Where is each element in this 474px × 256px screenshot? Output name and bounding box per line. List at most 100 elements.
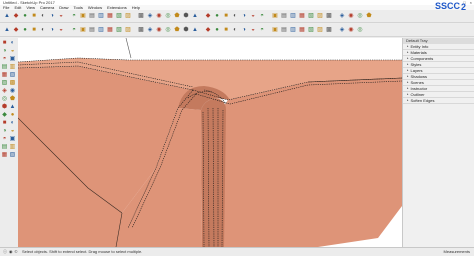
left-view-icon[interactable]: ◐ <box>231 12 239 20</box>
3d-text-tool-icon[interactable]: ● <box>9 112 16 119</box>
fog-icon[interactable]: ◉ <box>347 12 355 20</box>
xray-icon[interactable]: ◑ <box>240 12 248 20</box>
position-camera-icon[interactable]: ▧ <box>307 26 315 34</box>
protractor-tool-icon[interactable]: ⬢ <box>1 104 8 111</box>
protractor-icon[interactable]: ◑ <box>240 26 248 34</box>
drape-icon[interactable]: ◎ <box>356 26 364 34</box>
warehouse-tool-icon[interactable]: ▧ <box>9 152 16 159</box>
offset-tool-icon[interactable]: ◉ <box>9 88 16 95</box>
top-view-icon[interactable]: ▲ <box>191 12 199 20</box>
look-around-icon[interactable]: ▦ <box>298 26 306 34</box>
hidden-line-icon[interactable]: ◓ <box>258 12 266 20</box>
scene-icon[interactable]: ⬟ <box>365 12 373 20</box>
line-icon[interactable]: ◒ <box>57 26 65 34</box>
follow-me-icon[interactable]: ▨ <box>124 26 132 34</box>
line-tool-icon[interactable]: ◑ <box>1 48 8 55</box>
explode-icon[interactable]: ◆ <box>204 26 212 34</box>
layer-icon[interactable]: ▨ <box>316 12 324 20</box>
axes-icon[interactable]: ◒ <box>249 26 257 34</box>
tray-item-soften-edges[interactable]: ▸ Soften Edges <box>403 98 474 104</box>
style-icon[interactable]: ◎ <box>356 12 364 20</box>
offset-icon[interactable]: ▦ <box>106 12 114 20</box>
solid-subtract-icon[interactable]: ◉ <box>155 26 163 34</box>
weld-icon[interactable]: ▲ <box>191 26 199 34</box>
component-icon[interactable]: ■ <box>222 26 230 34</box>
bezier-spline-icon[interactable]: ◑ <box>48 26 56 34</box>
wireframe-icon[interactable]: ◒ <box>249 12 257 20</box>
scale-tool-icon[interactable]: ◈ <box>1 88 8 95</box>
eraser-tool-icon[interactable]: ◐ <box>9 40 16 47</box>
zoom-tool-icon[interactable]: ◒ <box>9 128 16 135</box>
curviloft-icon[interactable]: ◆ <box>12 26 20 34</box>
section-tool-icon[interactable]: ▦ <box>1 152 8 159</box>
group-icon[interactable]: ● <box>213 26 221 34</box>
rectangle-tool-icon[interactable]: ◓ <box>1 56 8 63</box>
rotate-icon[interactable]: ▤ <box>88 12 96 20</box>
iso-view-icon[interactable]: ⬢ <box>182 12 190 20</box>
geo-location-icon[interactable]: ◉ <box>9 248 13 256</box>
dimension-tool-icon[interactable]: ⬟ <box>9 96 16 103</box>
polygon-tool-icon[interactable]: ▤ <box>1 64 8 71</box>
outer-shell-icon[interactable]: ⬢ <box>182 26 190 34</box>
zoom-icon[interactable]: ◉ <box>155 12 163 20</box>
walk-icon[interactable]: ▥ <box>289 26 297 34</box>
round-corner-icon[interactable]: ■ <box>30 26 38 34</box>
push-pull-tool-icon[interactable]: ▧ <box>9 72 16 79</box>
stamp-icon[interactable]: ◉ <box>347 26 355 34</box>
match-photo-icon[interactable]: ▨ <box>316 26 324 34</box>
orbit-tool-icon[interactable]: ◐ <box>9 120 16 127</box>
axes-tool-icon[interactable]: ◆ <box>1 112 8 119</box>
circle-tool-icon[interactable]: ▣ <box>9 56 16 63</box>
right-view-icon[interactable]: ● <box>213 12 221 20</box>
info-icon[interactable]: ⓘ <box>3 248 7 256</box>
cone-icon[interactable]: ▤ <box>88 26 96 34</box>
extrude-icon[interactable]: ▧ <box>115 26 123 34</box>
textured-icon[interactable]: ▤ <box>280 12 288 20</box>
look-around-tool-icon[interactable]: ▥ <box>9 144 16 151</box>
vertex-tools-icon[interactable]: ▲ <box>3 26 11 34</box>
front-view-icon[interactable]: ◆ <box>204 12 212 20</box>
smoove-icon[interactable]: ◈ <box>338 26 346 34</box>
fredo-scale-icon[interactable]: ◐ <box>39 26 47 34</box>
intersect-icon[interactable]: ▩ <box>137 26 145 34</box>
curve-icon[interactable]: ◓ <box>70 26 78 34</box>
back-view-icon[interactable]: ■ <box>222 12 230 20</box>
pan-tool-icon[interactable]: ◑ <box>1 128 8 135</box>
model-viewport[interactable] <box>18 38 402 247</box>
previous-view-icon[interactable]: ▣ <box>271 26 279 34</box>
push-pull-icon[interactable]: ◓ <box>70 12 78 20</box>
paint-bucket-icon[interactable]: ● <box>21 12 29 20</box>
arrow-cursor-icon[interactable]: ▲ <box>3 12 11 20</box>
warehouse-icon[interactable]: ▦ <box>298 12 306 20</box>
paint-tool-icon[interactable]: ■ <box>1 120 8 127</box>
zoom-extents-icon[interactable]: ◎ <box>164 12 172 20</box>
zoom-extents-tool-icon[interactable]: ▣ <box>9 136 16 143</box>
dimension-icon[interactable]: ◐ <box>231 26 239 34</box>
move-tool-icon[interactable]: ▦ <box>1 72 8 79</box>
cylinder-icon[interactable]: ▥ <box>97 26 105 34</box>
shadow-icon[interactable]: ◈ <box>338 12 346 20</box>
next-view-icon[interactable]: ▤ <box>280 26 288 34</box>
walk-tool-icon[interactable]: ▤ <box>1 144 8 151</box>
freehand-tool-icon[interactable]: ◒ <box>9 48 16 55</box>
eraser-icon[interactable]: ◆ <box>12 12 20 20</box>
tape-tool-icon[interactable]: ◎ <box>1 96 8 103</box>
extension-icon[interactable]: ▧ <box>307 12 315 20</box>
tag-icon[interactable]: ▩ <box>325 12 333 20</box>
follow-me-tool-icon[interactable]: ▩ <box>9 80 16 87</box>
solid-union-icon[interactable]: ◈ <box>146 26 154 34</box>
rotate-tool-icon[interactable]: ▨ <box>1 80 8 87</box>
credits-icon[interactable]: © <box>15 248 18 256</box>
joint-push-pull-icon[interactable]: ● <box>21 26 29 34</box>
section-plane-icon[interactable]: ⬟ <box>173 12 181 20</box>
shaded-icon[interactable]: ▣ <box>271 12 279 20</box>
select-tool-icon[interactable]: ■ <box>1 40 8 47</box>
pencil-icon[interactable]: ■ <box>30 12 38 20</box>
trim-icon[interactable]: ◎ <box>164 26 172 34</box>
monochrome-icon[interactable]: ▥ <box>289 12 297 20</box>
torus-icon[interactable]: ▦ <box>106 26 114 34</box>
split-icon[interactable]: ⬟ <box>173 26 181 34</box>
rectangle-icon[interactable]: ◐ <box>39 12 47 20</box>
move-icon[interactable]: ▣ <box>79 12 87 20</box>
sandbox-icon[interactable]: ▩ <box>325 26 333 34</box>
